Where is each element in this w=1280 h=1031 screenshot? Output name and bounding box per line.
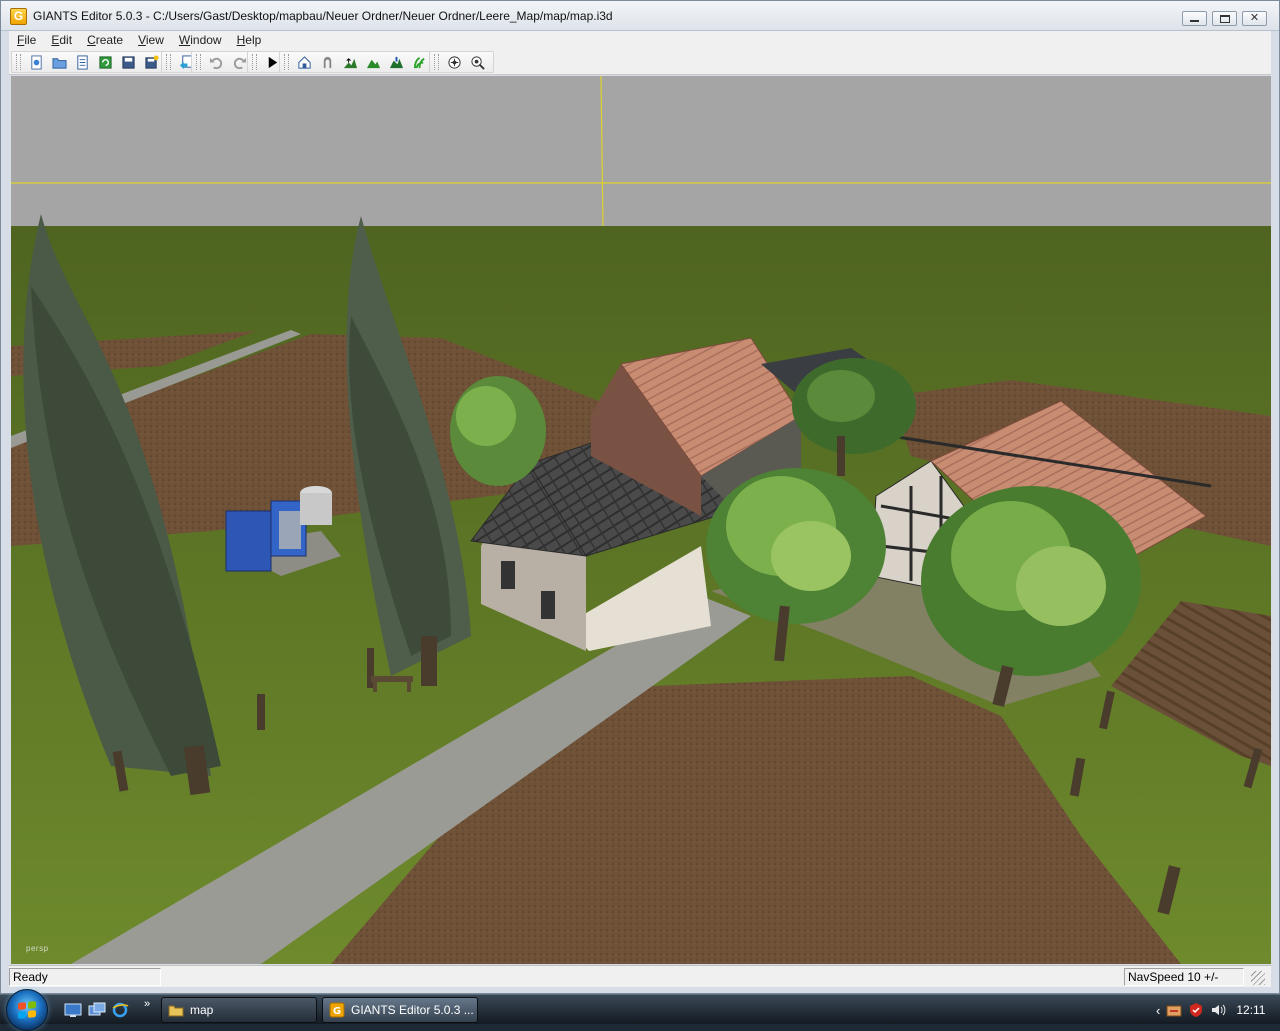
giants-app-icon: G <box>329 1002 345 1018</box>
menu-window[interactable]: Window <box>179 33 222 47</box>
save-as-icon <box>145 54 159 69</box>
system-tray: ‹ 12:11 <box>1150 995 1280 1025</box>
svg-text:G: G <box>333 1006 341 1017</box>
toolbar <box>9 49 1271 75</box>
redo-icon <box>233 57 247 69</box>
new-button[interactable] <box>25 52 48 72</box>
taskbar: » map G GIANTS Editor 5.0.3 ... ‹ 12:11 <box>0 989 1280 1031</box>
foliage-paint-icon <box>413 56 425 68</box>
script-button[interactable] <box>71 52 94 72</box>
status-bar: Ready NavSpeed 10 +/- <box>9 965 1271 987</box>
quick-launch-more[interactable]: » <box>144 998 150 1010</box>
resize-grip[interactable] <box>1251 971 1265 985</box>
menu-help[interactable]: Help <box>237 33 262 47</box>
select-button[interactable] <box>443 52 466 72</box>
terrain-paint-button[interactable] <box>362 52 385 72</box>
open-button[interactable] <box>48 52 71 72</box>
toolbar-group-file <box>11 51 168 73</box>
toolbar-group-terrain <box>279 51 436 73</box>
windows-logo-icon <box>18 1001 36 1019</box>
menu-bar: File Edit Create View Window Help <box>9 31 1271 49</box>
menu-edit[interactable]: Edit <box>51 33 72 47</box>
maximize-button[interactable] <box>1212 11 1237 26</box>
clock[interactable]: 12:11 <box>1236 1003 1265 1017</box>
close-button[interactable]: ✕ <box>1242 11 1267 26</box>
taskbar-item-label: GIANTS Editor 5.0.3 ... <box>351 1003 474 1017</box>
show-desktop-icon[interactable] <box>64 1002 82 1018</box>
folder-icon <box>168 1005 184 1017</box>
refresh-icon <box>99 55 112 69</box>
save-icon <box>122 55 135 69</box>
switch-windows-icon[interactable] <box>88 1002 106 1018</box>
terrain-smooth-icon <box>389 56 404 68</box>
minimize-button[interactable] <box>1182 11 1207 26</box>
undo-icon <box>209 57 223 69</box>
viewport-3d[interactable]: persp <box>11 76 1271 964</box>
editor-window: G GIANTS Editor 5.0.3 - C:/Users/Gast/De… <box>0 0 1280 994</box>
menu-view[interactable]: View <box>138 33 164 47</box>
script-icon <box>77 54 88 70</box>
antivirus-icon[interactable] <box>1188 1002 1204 1018</box>
giants-app-icon: G <box>10 8 27 25</box>
new-icon <box>31 54 42 70</box>
network-icon[interactable] <box>1166 1002 1182 1018</box>
arch-button[interactable] <box>316 52 339 72</box>
save-button[interactable] <box>117 52 140 72</box>
deselect-icon <box>471 55 485 70</box>
close-icon: ✕ <box>1249 12 1260 24</box>
terrain-smooth-button[interactable] <box>385 52 408 72</box>
tray-expand-icon[interactable]: ‹ <box>1156 1003 1160 1018</box>
home-icon <box>298 55 311 69</box>
arch-icon <box>323 56 332 68</box>
volume-icon[interactable] <box>1210 1002 1226 1018</box>
terrain-raise-button[interactable] <box>339 52 362 72</box>
terrain-raise-icon <box>343 57 358 68</box>
scene-render <box>11 76 1271 964</box>
camera-mode-label: persp <box>26 944 49 953</box>
internet-explorer-icon[interactable] <box>111 1002 129 1018</box>
refresh-button[interactable] <box>94 52 117 72</box>
toolbar-group-select <box>429 51 494 73</box>
menu-file[interactable]: File <box>17 33 36 47</box>
taskbar-item-map[interactable]: map <box>161 997 317 1023</box>
undo-button[interactable] <box>205 52 228 72</box>
deselect-button[interactable] <box>466 52 489 72</box>
status-text: Ready <box>9 968 161 986</box>
menu-create[interactable]: Create <box>87 33 123 47</box>
maximize-icon <box>1219 14 1230 23</box>
terrain-paint-icon <box>366 59 381 68</box>
taskbar-item-label: map <box>190 1003 214 1017</box>
open-icon <box>52 57 67 69</box>
title-bar[interactable]: G GIANTS Editor 5.0.3 - C:/Users/Gast/De… <box>1 1 1279 31</box>
select-icon <box>448 55 461 69</box>
save-as-button[interactable] <box>140 52 163 72</box>
start-button[interactable] <box>6 989 48 1031</box>
play-icon <box>268 56 278 68</box>
foliage-paint-button[interactable] <box>408 52 431 72</box>
nav-speed-indicator: NavSpeed 10 +/- <box>1124 968 1244 986</box>
home-button[interactable] <box>293 52 316 72</box>
minimize-icon <box>1190 19 1199 22</box>
taskbar-item-giants-editor[interactable]: G GIANTS Editor 5.0.3 ... <box>322 997 478 1023</box>
window-title: GIANTS Editor 5.0.3 - C:/Users/Gast/Desk… <box>33 9 613 23</box>
